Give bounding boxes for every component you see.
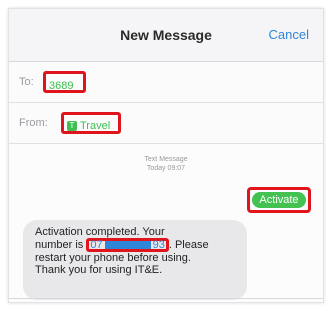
message-line: number is 07 93. Please [35,238,239,252]
sender-line-name[interactable]: Travel [80,120,110,132]
sent-message-bubble[interactable]: Activate [252,192,306,208]
message-line: Thank you for using IT&E. [35,264,163,276]
to-label: To: [19,76,34,88]
phone-number-start[interactable]: 07 [90,239,102,251]
compose-divider [9,298,323,299]
message-line: Activation completed. Your [35,226,165,238]
from-label: From: [19,117,48,129]
navigation-bar: New Message Cancel [9,9,323,62]
message-text: . Please [168,238,209,251]
message-time-label: Today 09:07 [146,165,186,172]
phone-number-highlight: 07 93 [86,238,169,252]
recipient-number[interactable]: 3689 [49,80,73,92]
recipient-highlight: 3689 [43,71,86,93]
phone-number-end[interactable]: 93 [153,239,165,251]
message-timestamp: Text Message Today 09:07 [9,155,323,173]
message-panel: New Message Cancel To: 3689 From: T Trave… [8,8,324,303]
sender-row[interactable]: From: T Travel [9,103,323,144]
message-line: restart your phone before using. [35,252,191,264]
cancel-button[interactable]: Cancel [269,27,309,42]
recipient-row[interactable]: To: 3689 [9,62,323,103]
redaction-bar [104,241,151,250]
sent-message-highlight: Activate [247,187,311,213]
sim-card-icon: T [67,120,77,131]
message-type-label: Text Message [144,156,188,163]
message-text: number is [35,238,84,251]
sender-highlight: T Travel [61,112,121,134]
received-message-bubble[interactable]: Activation completed. Your number is 07 9… [23,220,247,300]
